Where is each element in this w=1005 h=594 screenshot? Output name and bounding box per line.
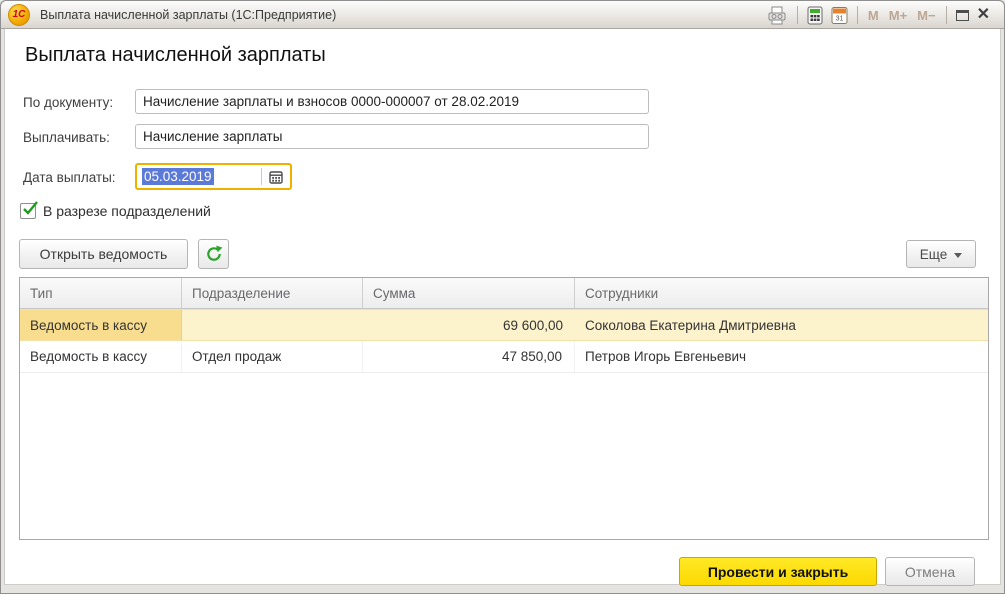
column-header-employees[interactable]: Сотрудники bbox=[575, 278, 988, 308]
cancel-button[interactable]: Отмена bbox=[885, 557, 975, 586]
statements-table: Тип Подразделение Сумма Сотрудники Ведом… bbox=[19, 277, 989, 540]
1c-logo-icon: 1С bbox=[8, 4, 30, 26]
memory-m-minus-button[interactable]: M− bbox=[912, 4, 940, 26]
cell-department[interactable]: Отдел продаж bbox=[182, 341, 363, 372]
app-window: 1С Выплата начисленной зарплаты (1С:Пред… bbox=[0, 0, 1005, 594]
cell-amount[interactable]: 69 600,00 bbox=[363, 310, 575, 340]
restore-icon bbox=[956, 10, 969, 21]
page-title: Выплата начисленной зарплаты bbox=[25, 44, 326, 67]
column-header-type[interactable]: Тип bbox=[20, 278, 182, 308]
pay-input[interactable]: Начисление зарплаты bbox=[135, 124, 649, 149]
pay-label: Выплачивать: bbox=[23, 130, 110, 145]
cell-amount[interactable]: 47 850,00 bbox=[363, 341, 575, 372]
cell-employees[interactable]: Петров Игорь Евгеньевич bbox=[575, 341, 988, 372]
form-content: Выплата начисленной зарплаты По документ… bbox=[4, 29, 1001, 585]
more-button-label: Еще bbox=[920, 247, 947, 262]
close-window-button[interactable]: ✕ bbox=[973, 4, 994, 26]
cell-department[interactable] bbox=[182, 310, 363, 340]
date-picker-button[interactable] bbox=[262, 165, 290, 188]
departments-checkbox-row: В разрезе подразделений bbox=[20, 203, 211, 219]
memory-m-button[interactable]: M bbox=[863, 4, 884, 26]
table-row[interactable]: Ведомость в кассу Отдел продаж 47 850,00… bbox=[20, 341, 988, 373]
document-input[interactable]: Начисление зарплаты и взносов 0000-00000… bbox=[135, 89, 649, 114]
refresh-icon bbox=[205, 245, 223, 263]
refresh-button[interactable] bbox=[198, 239, 229, 269]
title-bar: 1С Выплата начисленной зарплаты (1С:Пред… bbox=[1, 1, 1004, 29]
window-title: Выплата начисленной зарплаты (1С:Предпри… bbox=[40, 8, 336, 22]
titlebar-controls: 31 M M+ M− ✕ bbox=[762, 1, 994, 29]
titlebar-separator bbox=[797, 6, 798, 24]
checkmark-icon bbox=[22, 201, 39, 218]
close-icon: ✕ bbox=[977, 7, 990, 23]
calendar-icon[interactable]: 31 bbox=[827, 4, 852, 26]
open-statement-button[interactable]: Открыть ведомость bbox=[19, 239, 188, 269]
date-input[interactable]: 05.03.2019 bbox=[135, 163, 292, 190]
post-and-close-button[interactable]: Провести и закрыть bbox=[679, 557, 877, 586]
cell-type[interactable]: Ведомость в кассу bbox=[20, 310, 182, 340]
departments-checkbox-label[interactable]: В разрезе подразделений bbox=[43, 203, 211, 219]
cell-employees[interactable]: Соколова Екатерина Дмитриевна bbox=[575, 310, 988, 340]
table-header: Тип Подразделение Сумма Сотрудники bbox=[20, 278, 988, 309]
titlebar-separator bbox=[946, 6, 947, 24]
date-value-selected: 05.03.2019 bbox=[142, 168, 214, 185]
column-header-department[interactable]: Подразделение bbox=[182, 278, 363, 308]
calculator-icon[interactable] bbox=[803, 4, 827, 26]
date-picker-calendar-icon bbox=[269, 170, 283, 184]
cell-type[interactable]: Ведомость в кассу bbox=[20, 341, 182, 372]
chevron-down-icon bbox=[954, 253, 962, 258]
departments-checkbox[interactable] bbox=[20, 203, 36, 219]
print-icon[interactable] bbox=[762, 4, 792, 26]
memory-m-plus-button[interactable]: M+ bbox=[884, 4, 912, 26]
document-label: По документу: bbox=[23, 95, 113, 110]
calendar-day-number: 31 bbox=[836, 15, 844, 22]
table-row[interactable]: Ведомость в кассу 69 600,00 Соколова Ека… bbox=[20, 309, 988, 341]
restore-window-button[interactable] bbox=[952, 4, 973, 26]
more-button[interactable]: Еще bbox=[906, 240, 976, 268]
column-header-amount[interactable]: Сумма bbox=[363, 278, 575, 308]
date-label: Дата выплаты: bbox=[23, 170, 116, 185]
titlebar-separator bbox=[857, 6, 858, 24]
